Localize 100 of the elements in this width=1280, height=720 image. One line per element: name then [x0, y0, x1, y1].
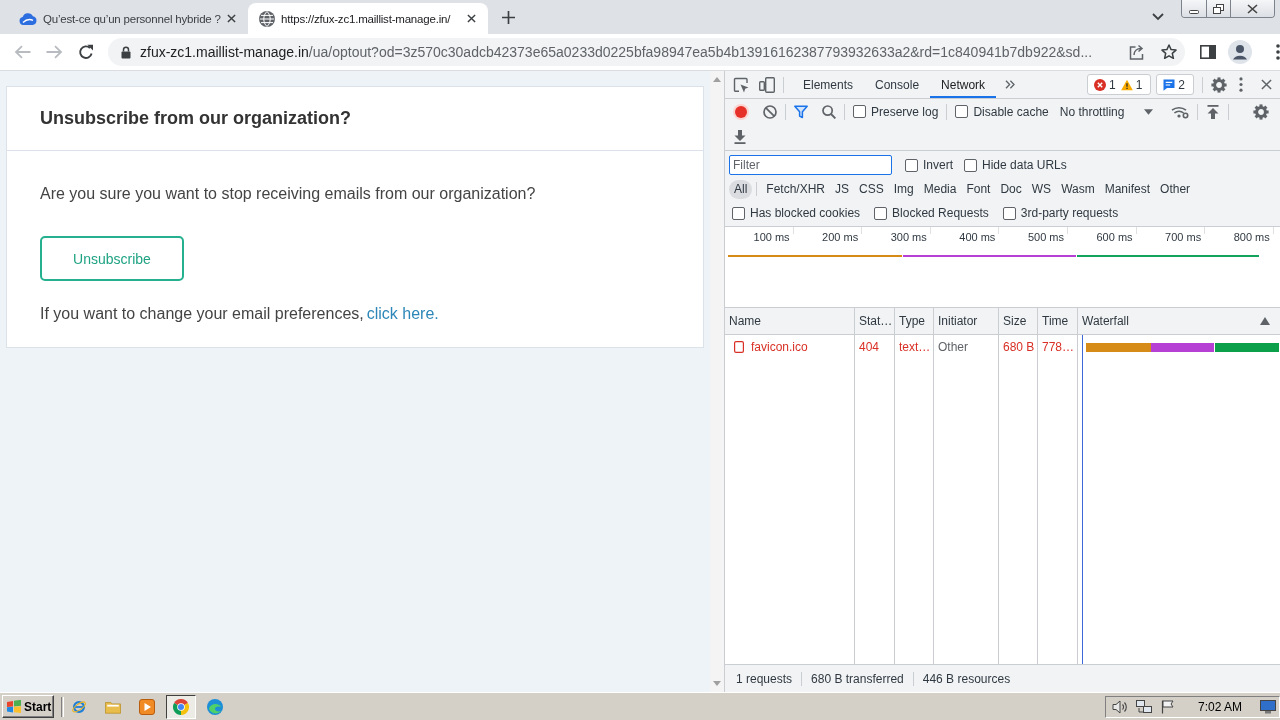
checkbox-label[interactable]: Invert	[923, 158, 953, 172]
waterfall-segment	[1215, 342, 1279, 352]
type-filter-button[interactable]: Wasm	[1056, 179, 1100, 199]
monitor-icon[interactable]	[1260, 699, 1276, 714]
timeline-tick-label: 600 ms	[1096, 231, 1133, 243]
upload-icon[interactable]	[1206, 104, 1221, 119]
plus-icon[interactable]	[502, 10, 515, 24]
filter-icon[interactable]	[794, 104, 808, 119]
caret-icon	[1144, 108, 1154, 115]
status-text: 1 requests	[727, 671, 803, 686]
preferences-text: If you want to change your email preferences, click here.	[40, 304, 440, 324]
checkbox[interactable]	[874, 206, 888, 220]
clock-text[interactable]: 7:02 AM	[1197, 699, 1242, 714]
search-icon[interactable]	[822, 104, 836, 119]
start-button[interactable]: Start	[2, 695, 54, 718]
throttling-dropdown[interactable]: No throttling	[1059, 104, 1154, 119]
wheel-logo-icon	[173, 698, 189, 715]
timeline-tick-label: 200 ms	[822, 231, 859, 243]
devtools-tab[interactable]: Elements	[792, 71, 865, 98]
lock-icon[interactable]	[121, 45, 131, 59]
type-filter-button[interactable]: All	[729, 179, 753, 199]
type-filter-button[interactable]: Font	[961, 179, 996, 199]
close-window-button[interactable]	[1231, 0, 1274, 17]
checkbox[interactable]	[964, 158, 977, 172]
close-icon[interactable]	[467, 14, 476, 23]
reload-icon[interactable]	[78, 44, 94, 60]
type-filter-button[interactable]: Manifest	[1099, 179, 1156, 199]
error-icon	[1093, 78, 1106, 91]
taskbar-button[interactable]	[166, 694, 196, 719]
type-filter-button[interactable]: Other	[1155, 179, 1196, 199]
download-icon[interactable]	[733, 130, 747, 144]
star-icon[interactable]	[1161, 44, 1177, 60]
column-header[interactable]: Type	[895, 308, 934, 334]
type-filter-button[interactable]: Fetch/XHR	[761, 179, 831, 199]
checkbox-label[interactable]: Disable cache	[973, 104, 1049, 119]
column-header[interactable]: Initiator	[934, 308, 999, 334]
checkbox-label[interactable]: Has blocked cookies	[750, 206, 861, 220]
browser-tab[interactable]: https://zfux-zc1.maillist-manage.in/	[248, 3, 488, 34]
messages-counter-button[interactable]: 2	[1156, 74, 1194, 95]
column-header[interactable]: Stat…	[855, 308, 895, 334]
column-header[interactable]: Waterfall	[1078, 308, 1280, 334]
type-filter-button[interactable]: Doc	[995, 179, 1027, 199]
checkbox-label[interactable]: Hide data URLs	[982, 158, 1067, 172]
close-icon[interactable]	[227, 14, 236, 23]
column-header[interactable]: Time	[1038, 308, 1078, 334]
column-header[interactable]: Name	[725, 308, 855, 334]
network-icon[interactable]	[1135, 699, 1152, 714]
issues-counter-button[interactable]: 1 1	[1086, 74, 1152, 95]
device-icon[interactable]	[759, 76, 775, 93]
wave-logo-icon	[207, 698, 223, 715]
minimize-icon	[1189, 9, 1199, 14]
timeline-tick-label: 800 ms	[1233, 231, 1270, 243]
table-cell: 778…	[1038, 335, 1078, 359]
table-cell: 680 B	[999, 335, 1038, 359]
timeline-tick-label: 500 ms	[1027, 231, 1064, 243]
checkbox[interactable]	[955, 105, 969, 118]
click-here-link[interactable]: click here.	[366, 305, 439, 322]
filter-input[interactable]: Filter	[729, 155, 892, 175]
settings-icon[interactable]	[1211, 76, 1227, 93]
type-filter-button[interactable]: CSS	[854, 179, 889, 199]
timeline-tick-label: 700 ms	[1165, 231, 1202, 243]
type-filter-button[interactable]: JS	[830, 179, 855, 199]
share-icon[interactable]	[1129, 44, 1145, 60]
sort-arrow-icon[interactable]	[1260, 317, 1270, 325]
checkbox[interactable]	[853, 105, 866, 118]
speaker-icon[interactable]	[1111, 699, 1128, 714]
timeline-tick-label: 400 ms	[959, 231, 996, 243]
inspect-icon[interactable]	[733, 76, 749, 93]
address-bar[interactable]: zfux-zc1.maillist-manage.in/ua/optout?od=3z570c30adcb42373e65a0233d0225bfa98947ea5b4b13916162387793932633a2&rd=1c840941b7db922&sd...	[108, 38, 1185, 66]
chevron-down-icon[interactable]	[1152, 13, 1164, 21]
checkbox-label[interactable]: 3rd-party requests	[1020, 206, 1119, 220]
side-panel-icon[interactable]	[1200, 45, 1216, 59]
type-filter-button[interactable]: Media	[918, 179, 962, 199]
devtools-tab[interactable]: Console	[864, 71, 931, 98]
profile-icon[interactable]	[1228, 40, 1252, 64]
restore-button[interactable]	[1207, 0, 1231, 17]
close-icon[interactable]	[1261, 79, 1272, 90]
checkbox[interactable]	[905, 158, 918, 172]
timeline-tick-label: 100 ms	[753, 231, 790, 243]
flag-icon[interactable]	[1159, 699, 1176, 714]
checkbox-label[interactable]: Preserve log	[871, 104, 939, 119]
settings-icon[interactable]	[1253, 103, 1270, 120]
checkbox-label[interactable]: Blocked Requests	[892, 206, 989, 220]
menu-icon[interactable]	[1276, 44, 1280, 60]
checkbox[interactable]	[1002, 206, 1016, 220]
checkbox[interactable]	[732, 206, 745, 220]
message-icon	[1163, 78, 1176, 91]
record-icon[interactable]	[733, 103, 749, 120]
status-text: 680 B transferred	[802, 671, 914, 686]
minimize-button[interactable]	[1182, 0, 1207, 17]
menu-icon[interactable]	[1239, 77, 1243, 92]
table-cell[interactable]: favicon.ico	[751, 340, 808, 354]
clear-icon[interactable]	[763, 104, 777, 119]
double-chevron-icon[interactable]	[1005, 80, 1016, 89]
browser-tab[interactable]: Qu’est-ce qu’un personnel hybride ?	[8, 3, 248, 34]
column-header[interactable]: Size	[999, 308, 1038, 334]
table-cell: text…	[895, 335, 934, 359]
network-conditions-icon[interactable]	[1171, 104, 1190, 119]
type-filter-button[interactable]: Img	[888, 179, 919, 199]
type-filter-button[interactable]: WS	[1026, 179, 1057, 199]
